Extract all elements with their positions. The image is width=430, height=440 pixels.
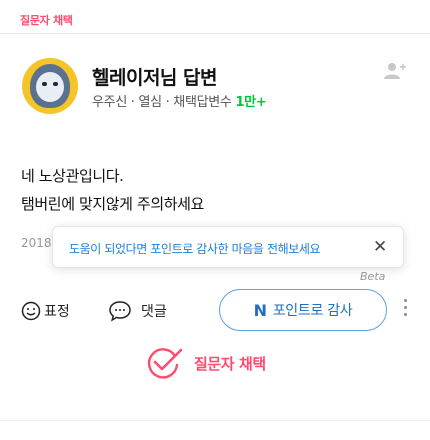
answer-date: 2018 bbox=[21, 236, 52, 250]
answer-line: 탬버린에 맞지않게 주의하세요 bbox=[21, 195, 204, 213]
answerer-name[interactable]: 헬레이저님 답변 bbox=[92, 63, 217, 90]
answer-line: 네 노상관입니다. bbox=[21, 167, 124, 185]
beta-label: Beta bbox=[360, 270, 386, 283]
naver-point-icon: N bbox=[253, 300, 267, 320]
answer-body: 네 노상관입니다. 탬버린에 맞지않게 주의하세요 bbox=[21, 162, 204, 218]
close-icon[interactable]: ✕ bbox=[373, 237, 387, 257]
emotion-label: 표정 bbox=[44, 304, 70, 320]
adopt-label: 질문자 채택 bbox=[194, 354, 266, 373]
answerer-meta-text: 우주신 · 열심 · 채택답변수 bbox=[92, 95, 236, 110]
smile-icon bbox=[21, 301, 41, 321]
answerer-meta: 우주신 · 열심 · 채택답변수 1만+ bbox=[92, 91, 267, 110]
adopt-answer-button[interactable]: 질문자 채택 bbox=[146, 345, 266, 381]
avatar[interactable] bbox=[22, 58, 78, 114]
check-circle-icon bbox=[147, 348, 183, 379]
top-bar: 질문자 채택 bbox=[0, 0, 430, 34]
emotion-button[interactable]: 표정 bbox=[21, 299, 70, 323]
avatar-eye bbox=[42, 82, 47, 86]
comment-label: 댓글 bbox=[141, 304, 167, 320]
donate-points-button[interactable]: N 포인트로 감사 bbox=[219, 289, 387, 331]
tooltip-text: 도움이 되었다면 포인트로 감사한 마음을 전해보세요 bbox=[69, 242, 321, 256]
adopted-badge: 질문자 채택 bbox=[20, 14, 73, 27]
avatar-face bbox=[36, 72, 64, 102]
point-tooltip: 도움이 되었다면 포인트로 감사한 마음을 전해보세요 ✕ bbox=[52, 226, 404, 268]
answer-count: 1만+ bbox=[235, 95, 267, 110]
comment-icon bbox=[109, 301, 131, 322]
divider bbox=[0, 420, 430, 421]
donate-label: 포인트로 감사 bbox=[272, 303, 353, 319]
add-friend-icon[interactable] bbox=[384, 62, 406, 80]
comment-button[interactable]: 댓글 bbox=[108, 299, 167, 323]
more-options-icon[interactable] bbox=[402, 296, 408, 320]
avatar-eye bbox=[53, 82, 58, 86]
